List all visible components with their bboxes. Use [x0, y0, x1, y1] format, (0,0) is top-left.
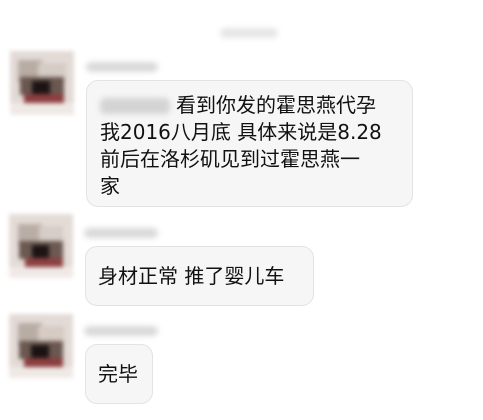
avatar[interactable] [9, 214, 73, 278]
blurred-header-text [220, 28, 278, 38]
blurred-mention [100, 98, 170, 114]
avatar-pixel-7 [10, 103, 74, 115]
message-bubble: 看到你发的霍思燕代孕 我2016八月底 具体来说是8.28 前后在洛杉矶见到过霍… [86, 80, 413, 207]
blurred-sender-name [84, 228, 158, 238]
message-bubble: 身材正常 推了婴儿车 [85, 246, 314, 306]
blurred-sender-name [86, 62, 158, 72]
avatar[interactable] [10, 51, 74, 115]
message-text: 身材正常 推了婴儿车 [98, 264, 285, 288]
avatar-pixel-7 [9, 267, 73, 278]
message-text: 完毕 [98, 362, 138, 386]
avatar-pixel-5 [31, 345, 49, 359]
blurred-sender-name [84, 326, 158, 336]
avatar-pixel-5 [32, 245, 49, 259]
avatar-pixel-7 [9, 367, 73, 378]
avatar-pixel-5 [32, 81, 50, 95]
chat-thread: 看到你发的霍思燕代孕 我2016八月底 具体来说是8.28 前后在洛杉矶见到过霍… [0, 0, 483, 420]
avatar[interactable] [9, 314, 73, 378]
message-bubble: 完毕 [85, 344, 153, 404]
